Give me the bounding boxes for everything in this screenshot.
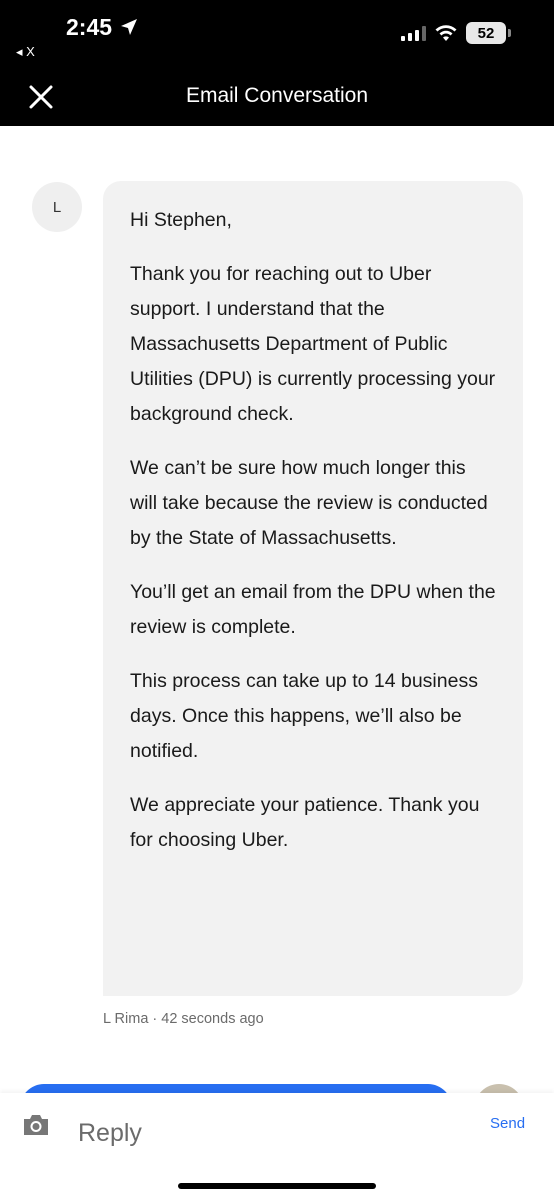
message-paragraph: Thank you for reaching out to Uber suppo… <box>130 263 496 425</box>
message-bubble: Hi Stephen, Thank you for reaching out t… <box>103 181 523 996</box>
top-bar: 2:45 ◂ X 52 Email Conversation <box>0 0 554 126</box>
status-indicators: 52 <box>401 22 511 44</box>
camera-icon[interactable] <box>22 1113 50 1137</box>
wifi-icon <box>435 25 457 41</box>
message-paragraph: We can’t be sure how much longer this wi… <box>130 457 488 549</box>
reply-composer: Send <box>0 1093 554 1200</box>
back-to-app-link[interactable]: ◂ X <box>16 44 35 60</box>
status-time: 2:45 <box>66 14 113 40</box>
location-arrow-icon <box>121 19 137 35</box>
send-button[interactable]: Send <box>490 1115 525 1132</box>
message-paragraph: Hi Stephen, <box>130 209 232 231</box>
sender-avatar: L <box>32 182 82 232</box>
message-paragraph: You’ll get an email from the DPU when th… <box>130 581 496 638</box>
message-paragraph: We appreciate your patience. Thank you f… <box>130 794 480 851</box>
message-paragraph: This process can take up to 14 business … <box>130 670 478 762</box>
home-indicator <box>178 1183 376 1189</box>
battery-indicator: 52 <box>466 22 511 44</box>
message-meta: L Rima · 42 seconds ago <box>103 1011 264 1027</box>
cellular-signal-icon <box>401 25 426 41</box>
reply-input[interactable] <box>78 1115 458 1151</box>
page-title: Email Conversation <box>185 84 369 107</box>
